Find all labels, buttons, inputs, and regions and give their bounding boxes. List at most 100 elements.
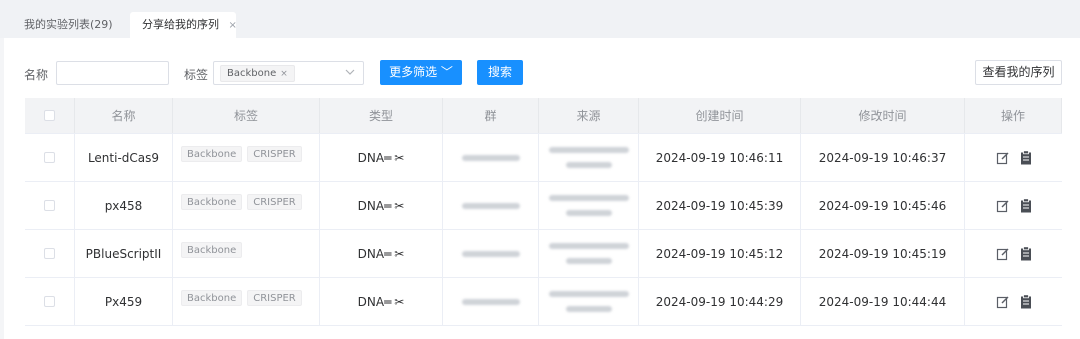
col-modified[interactable]: 修改时间	[801, 98, 965, 133]
redacted-source	[548, 147, 629, 153]
redacted-source	[548, 291, 629, 297]
redacted-source	[565, 210, 612, 216]
redacted-group	[461, 298, 520, 305]
select-all-checkbox[interactable]	[44, 110, 55, 121]
row-checkbox[interactable]	[44, 152, 55, 163]
tag-pill: CRISPER	[247, 194, 302, 210]
modified-time: 2024-09-19 10:45:19	[801, 230, 965, 277]
redacted-source	[548, 243, 629, 249]
filter-bar: 名称 标签 Backbone × 更多筛选 ﹀ 搜索 查看我的序列	[0, 38, 1080, 98]
table-row[interactable]: Lenti-dCas9 Backbone CRISPER DNA ═ ✂ 2024…	[25, 134, 1062, 182]
col-group[interactable]: 群	[443, 98, 539, 133]
tab-my-experiments[interactable]: 我的实验列表(29)	[12, 12, 124, 38]
name-input[interactable]	[56, 61, 169, 85]
actions-cell	[965, 134, 1062, 181]
row-select-cell	[25, 182, 75, 229]
edit-icon[interactable]	[996, 247, 1010, 261]
linear-icon: ═	[384, 246, 392, 261]
modified-time: 2024-09-19 10:44:44	[801, 278, 965, 325]
linear-icon: ═	[384, 150, 392, 165]
tag-select[interactable]: Backbone ×	[213, 61, 364, 85]
clipboard-icon[interactable]	[1020, 294, 1032, 309]
view-my-sequences-button[interactable]: 查看我的序列	[975, 60, 1062, 85]
type-label: DNA	[357, 150, 385, 165]
col-tags[interactable]: 标签	[173, 98, 320, 133]
sequence-name[interactable]: Px459	[75, 278, 173, 325]
scissors-icon: ✂	[394, 150, 405, 165]
row-select-cell	[25, 134, 75, 181]
linear-icon: ═	[384, 294, 392, 309]
row-checkbox[interactable]	[44, 200, 55, 211]
tags-cell: Backbone CRISPER	[173, 278, 320, 325]
redacted-source	[565, 306, 612, 312]
tags-cell: Backbone	[173, 230, 320, 277]
source-cell	[539, 134, 639, 181]
tag-pill: CRISPER	[247, 290, 302, 306]
tags-cell: Backbone CRISPER	[173, 182, 320, 229]
scissors-icon: ✂	[394, 246, 405, 261]
source-cell	[539, 182, 639, 229]
created-time: 2024-09-19 10:44:29	[639, 278, 801, 325]
tag-pill: Backbone	[181, 290, 243, 306]
row-checkbox[interactable]	[44, 296, 55, 307]
col-name[interactable]: 名称	[75, 98, 173, 133]
type-label: DNA	[357, 246, 385, 261]
tag-pill: Backbone	[181, 194, 243, 210]
col-type[interactable]: 类型	[320, 98, 443, 133]
redacted-source	[565, 162, 612, 168]
actions-cell	[965, 182, 1062, 229]
row-select-cell	[25, 278, 75, 325]
redacted-group	[461, 250, 520, 257]
modified-time: 2024-09-19 10:45:46	[801, 182, 965, 229]
name-label: 名称	[24, 68, 49, 82]
select-all-cell	[25, 98, 75, 133]
col-source[interactable]: 来源	[539, 98, 639, 133]
table-row[interactable]: Px459 Backbone CRISPER DNA ═ ✂ 2024-09-19…	[25, 278, 1062, 326]
redacted-source	[565, 258, 612, 264]
linear-icon: ═	[384, 198, 392, 213]
sequence-name[interactable]: Lenti-dCas9	[75, 134, 173, 181]
chevron-down-icon	[345, 65, 355, 82]
group-cell	[443, 182, 539, 229]
source-cell	[539, 230, 639, 277]
tag-pill: Backbone	[181, 242, 243, 258]
redacted-group	[461, 154, 520, 161]
col-actions: 操作	[965, 98, 1062, 133]
group-cell	[443, 230, 539, 277]
modified-time: 2024-09-19 10:46:37	[801, 134, 965, 181]
close-icon[interactable]: ×	[229, 20, 237, 31]
created-time: 2024-09-19 10:46:11	[639, 134, 801, 181]
col-created[interactable]: 创建时间	[639, 98, 801, 133]
type-cell: DNA ═ ✂	[320, 278, 443, 325]
scissors-icon: ✂	[394, 198, 405, 213]
row-select-cell	[25, 230, 75, 277]
row-checkbox[interactable]	[44, 248, 55, 259]
search-button[interactable]: 搜索	[477, 60, 523, 85]
tab-shared-sequences[interactable]: 分享给我的序列 ×	[130, 12, 237, 38]
scissors-icon: ✂	[394, 294, 405, 309]
edit-icon[interactable]	[996, 199, 1010, 213]
close-icon[interactable]: ×	[280, 69, 288, 79]
actions-cell	[965, 230, 1062, 277]
more-filters-button[interactable]: 更多筛选 ﹀	[380, 60, 462, 85]
table-header: 名称 标签 类型 群 来源 创建时间 修改时间 操作	[25, 98, 1062, 134]
type-cell: DNA ═ ✂	[320, 134, 443, 181]
redacted-group	[461, 202, 520, 209]
clipboard-icon[interactable]	[1020, 246, 1032, 261]
tags-cell: Backbone CRISPER	[173, 134, 320, 181]
tab-label: 分享给我的序列	[142, 18, 219, 31]
created-time: 2024-09-19 10:45:39	[639, 182, 801, 229]
edit-icon[interactable]	[996, 295, 1010, 309]
sequence-name[interactable]: PBlueScriptII	[75, 230, 173, 277]
edit-icon[interactable]	[996, 151, 1010, 165]
tag-pill: Backbone	[181, 146, 243, 162]
sequence-name[interactable]: px458	[75, 182, 173, 229]
table-row[interactable]: PBlueScriptII Backbone DNA ═ ✂ 2024-09-1…	[25, 230, 1062, 278]
tag-label: 标签	[184, 68, 209, 82]
group-cell	[443, 278, 539, 325]
clipboard-icon[interactable]	[1020, 150, 1032, 165]
created-time: 2024-09-19 10:45:12	[639, 230, 801, 277]
clipboard-icon[interactable]	[1020, 198, 1032, 213]
table-row[interactable]: px458 Backbone CRISPER DNA ═ ✂ 2024-09-19…	[25, 182, 1062, 230]
type-cell: DNA ═ ✂	[320, 230, 443, 277]
